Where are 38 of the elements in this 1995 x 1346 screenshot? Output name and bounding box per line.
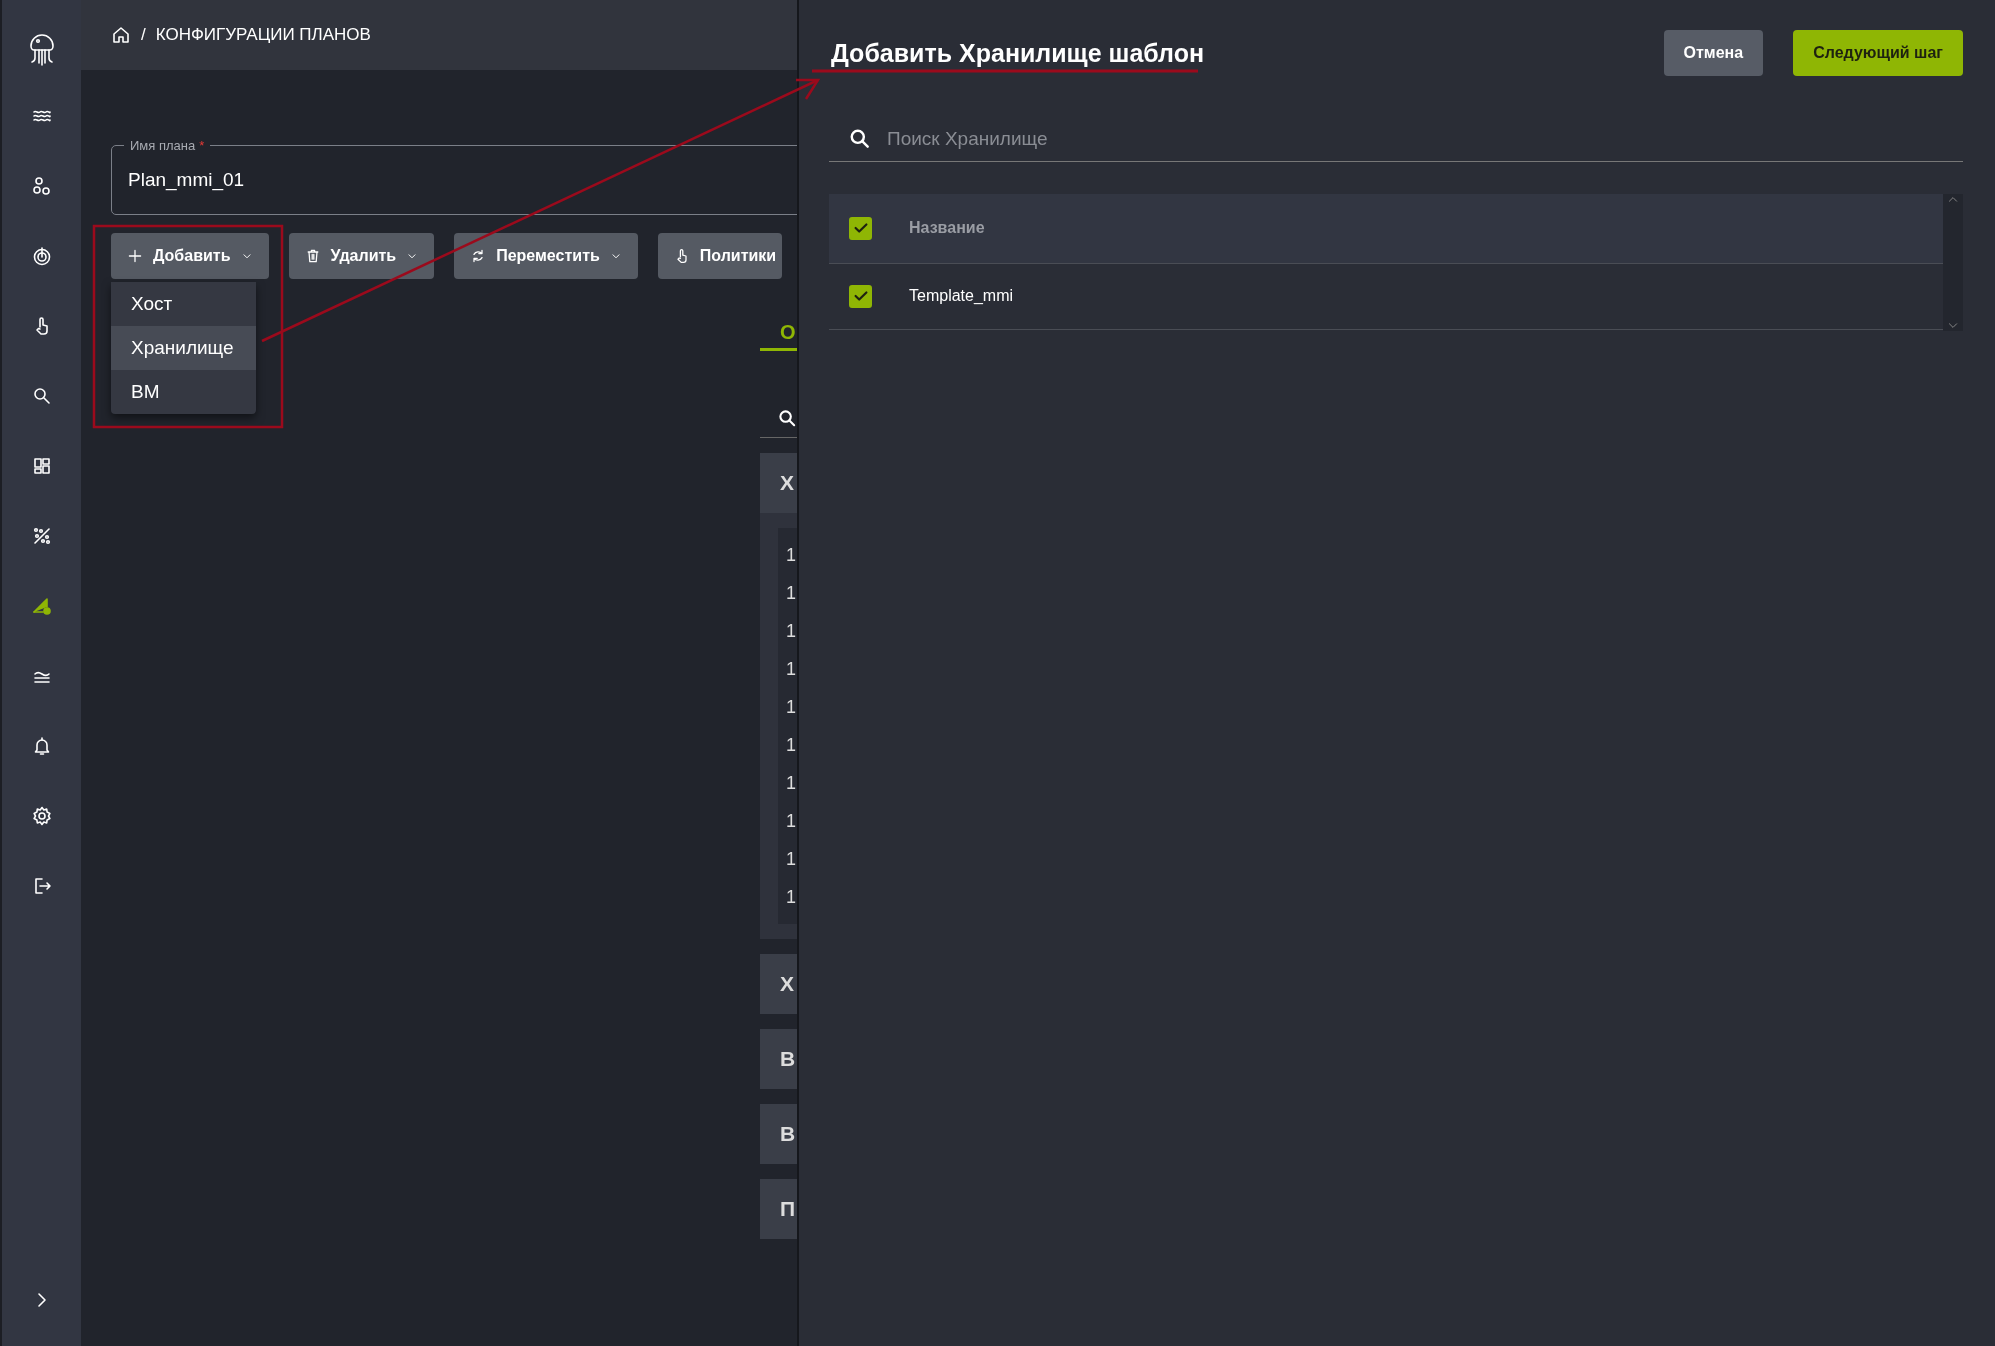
drawer-title: Добавить Хранилище шаблон <box>830 38 1206 68</box>
list-row-text: 1 <box>786 771 797 795</box>
plus-icon <box>127 248 143 264</box>
checkbox[interactable] <box>849 216 872 240</box>
list-row-text: 1 <box>786 543 797 567</box>
section-header[interactable]: В <box>760 1029 797 1089</box>
section-header[interactable]: Х <box>760 453 797 513</box>
table-cell-text: Template_mmi <box>909 286 1014 306</box>
list-row-text: 1 <box>786 885 797 909</box>
search-icon <box>849 128 871 151</box>
toolbar-button[interactable]: Политики <box>657 233 783 279</box>
section-header[interactable]: П <box>760 1179 797 1239</box>
add-button[interactable]: Добавить <box>111 233 269 279</box>
list-row-text: 1 <box>786 619 797 643</box>
column-header: Название <box>909 218 985 238</box>
menu-item[interactable]: Хост <box>111 282 256 326</box>
toolbar-button[interactable]: Переместить <box>454 233 638 279</box>
menu-item[interactable]: ВМ <box>111 370 256 414</box>
cancel-button[interactable]: Отмена <box>1663 30 1764 76</box>
list-row-text: 1 <box>786 733 797 757</box>
breadcrumb-item: КОНФИГУРАЦИИ ПЛАНОВ <box>155 24 371 47</box>
toolbar-button[interactable]: Удалить <box>288 233 435 279</box>
next-step-button[interactable]: Следующий шаг <box>1793 30 1963 76</box>
section-header[interactable]: В <box>760 1104 797 1164</box>
checkbox[interactable] <box>849 284 872 308</box>
menu-item[interactable]: Хранилище <box>111 326 256 370</box>
scrollbar[interactable] <box>1943 193 1963 331</box>
section-header[interactable]: Х <box>760 954 797 1014</box>
list-row-text: 1 <box>786 657 797 681</box>
list-row-text: 1 <box>786 847 797 871</box>
tab[interactable]: О <box>760 316 797 348</box>
search-field[interactable]: Поиск Хранилище <box>885 124 1963 155</box>
list-row-text: 1 <box>786 581 797 605</box>
list-row-text: 1 <box>786 695 797 719</box>
breadcrumb-separator: / <box>141 24 146 47</box>
home-icon[interactable] <box>111 25 131 45</box>
search-icon <box>778 409 797 429</box>
list-row-text: 1 <box>786 809 797 833</box>
